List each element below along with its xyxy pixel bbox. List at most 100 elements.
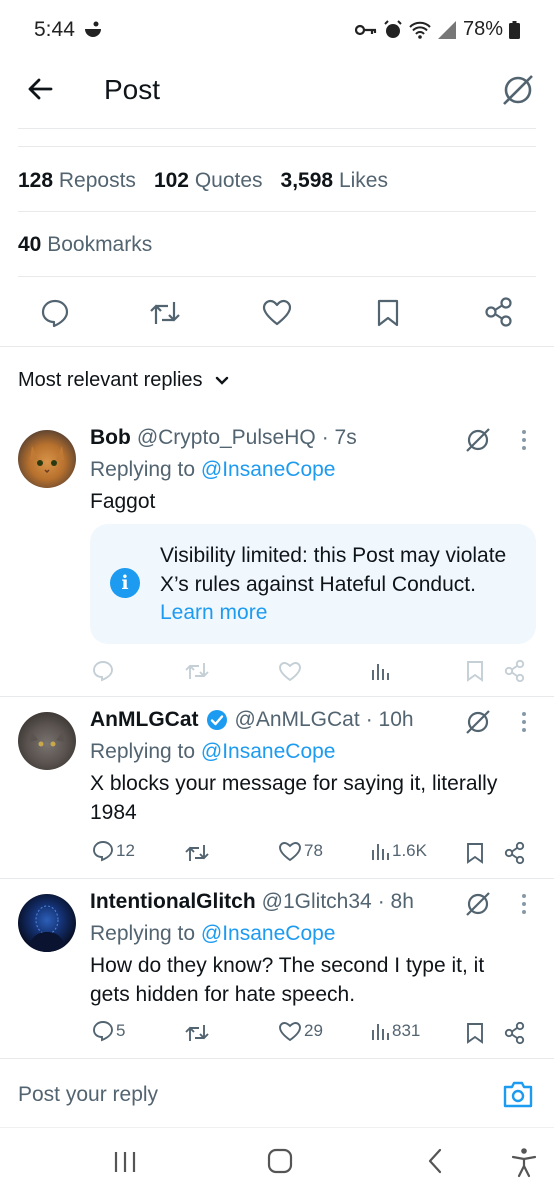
divider [0,878,554,879]
reply-header: AnMLGCat @AnMLGCat · 10h [90,708,414,732]
more-options-icon[interactable] [520,892,528,916]
replying-to: Replying to @InsaneCope [90,458,336,481]
reply-count[interactable]: 12 [92,840,135,862]
notification-icon [85,21,101,37]
replying-to: Replying to @InsaneCope [90,922,336,945]
share-icon[interactable] [504,841,526,865]
vpn-key-icon [354,24,377,35]
reply-icon[interactable] [92,660,114,682]
avatar[interactable] [18,712,76,770]
quotes-stat[interactable]: 102 Quotes [154,169,263,193]
like-heart-icon[interactable] [278,660,302,682]
share-icon[interactable] [504,1021,526,1045]
top-app-bar: Post [0,60,554,128]
grok-icon[interactable] [464,426,492,454]
avatar[interactable] [18,430,76,488]
author-name[interactable]: Bob [90,426,131,450]
author-handle[interactable]: @AnMLGCat [235,708,360,732]
reply-count[interactable]: 5 [92,1020,125,1042]
views-count[interactable]: 1.6K [370,840,427,862]
back-arrow-icon[interactable] [26,75,54,103]
reposts-stat[interactable]: 128 Reposts [18,169,136,193]
views-icon [372,844,389,860]
like-heart-icon[interactable] [262,298,292,328]
home-icon[interactable] [267,1148,293,1174]
verified-badge-icon [206,710,227,730]
divider [0,696,554,697]
reply-time: · 7s [321,426,357,449]
learn-more-link[interactable]: Learn more [160,601,267,624]
reply-icon[interactable] [40,298,70,328]
reply-icon [93,841,113,862]
reply-action-bar [0,656,554,686]
author-name[interactable]: AnMLGCat [90,708,199,732]
repost-icon[interactable] [184,1022,210,1044]
camera-icon[interactable] [502,1079,534,1109]
author-handle[interactable]: @1Glitch34 [262,890,372,914]
bookmark-icon[interactable] [466,1022,484,1044]
replies-sort-label: Most relevant replies [18,369,203,391]
views-icon [372,1024,389,1040]
like-count[interactable]: 29 [278,1020,323,1042]
likes-stat[interactable]: 3,598 Likes [281,169,388,193]
accessibility-icon[interactable] [510,1146,538,1178]
repost-icon[interactable] [148,298,182,328]
reply-icon [93,1021,113,1042]
bookmark-icon[interactable] [466,660,484,682]
reply-text-line: X blocks your message for saying it, lit… [90,772,498,795]
divider [18,128,536,129]
mention-link[interactable]: @InsaneCope [201,458,336,481]
reply-text: Faggot [90,490,156,513]
reply-text-line: gets hidden for hate speech. [90,983,356,1006]
repost-icon[interactable] [184,842,210,864]
page-title: Post [104,74,161,105]
reply-header: IntentionalGlitch @1Glitch34 · 8h [90,890,414,914]
reply-item[interactable]: AnMLGCat @AnMLGCat · 10h Replying to @In… [0,702,554,878]
bookmark-icon[interactable] [466,842,484,864]
battery-percent: 78% [462,18,503,40]
like-count[interactable]: 78 [278,840,323,862]
hooded-figure-avatar-image [28,905,66,952]
notice-text: Visibility limited: this Post may violat… [160,544,507,624]
like-heart-icon [279,1022,301,1042]
reply-action-bar: 12 78 1.6K [0,838,554,868]
author-handle[interactable]: @Crypto_PulseHQ [137,426,316,450]
views-count[interactable]: 831 [370,1020,420,1042]
grok-icon[interactable] [464,890,492,918]
more-options-icon[interactable] [520,428,528,452]
reply-composer: Post your reply [0,1059,554,1127]
more-options-icon[interactable] [520,710,528,734]
cat-avatar-image [30,730,64,747]
bookmarks-stat[interactable]: 40 Bookmarks [18,233,152,257]
author-name[interactable]: IntentionalGlitch [90,890,256,914]
reply-text-line: How do they know? The second I type it, … [90,954,485,977]
recent-apps-icon[interactable] [112,1150,138,1174]
share-icon[interactable] [504,659,526,683]
grok-icon[interactable] [500,72,536,108]
replies-sort-dropdown[interactable]: Most relevant replies [18,369,229,392]
replying-to: Replying to @InsaneCope [90,740,336,763]
battery-icon [509,20,520,39]
back-nav-icon[interactable] [425,1148,445,1174]
reply-item[interactable]: IntentionalGlitch @1Glitch34 · 8h Replyi… [0,884,554,1060]
post-action-bar [0,290,554,334]
avatar[interactable] [18,894,76,952]
share-icon[interactable] [484,296,514,328]
divider [0,346,554,347]
chevron-down-icon [215,376,228,385]
reply-time: · 8h [377,890,414,913]
bookmark-icon[interactable] [375,298,401,328]
engagement-stats: 128 Reposts 102 Quotes 3,598 Likes [18,169,388,193]
grok-icon[interactable] [464,708,492,736]
visibility-notice: i Visibility limited: this Post may viol… [90,524,536,644]
reply-action-bar: 5 29 831 [0,1018,554,1048]
status-bar: 5:44 78% [0,0,554,60]
reply-input[interactable]: Post your reply [18,1083,158,1107]
views-icon[interactable] [370,660,390,682]
mention-link[interactable]: @InsaneCope [201,740,336,763]
reply-time: · 10h [365,708,414,731]
mention-link[interactable]: @InsaneCope [201,922,336,945]
wifi-icon [409,21,431,39]
repost-icon[interactable] [184,660,210,682]
status-right: 78% [354,18,520,41]
